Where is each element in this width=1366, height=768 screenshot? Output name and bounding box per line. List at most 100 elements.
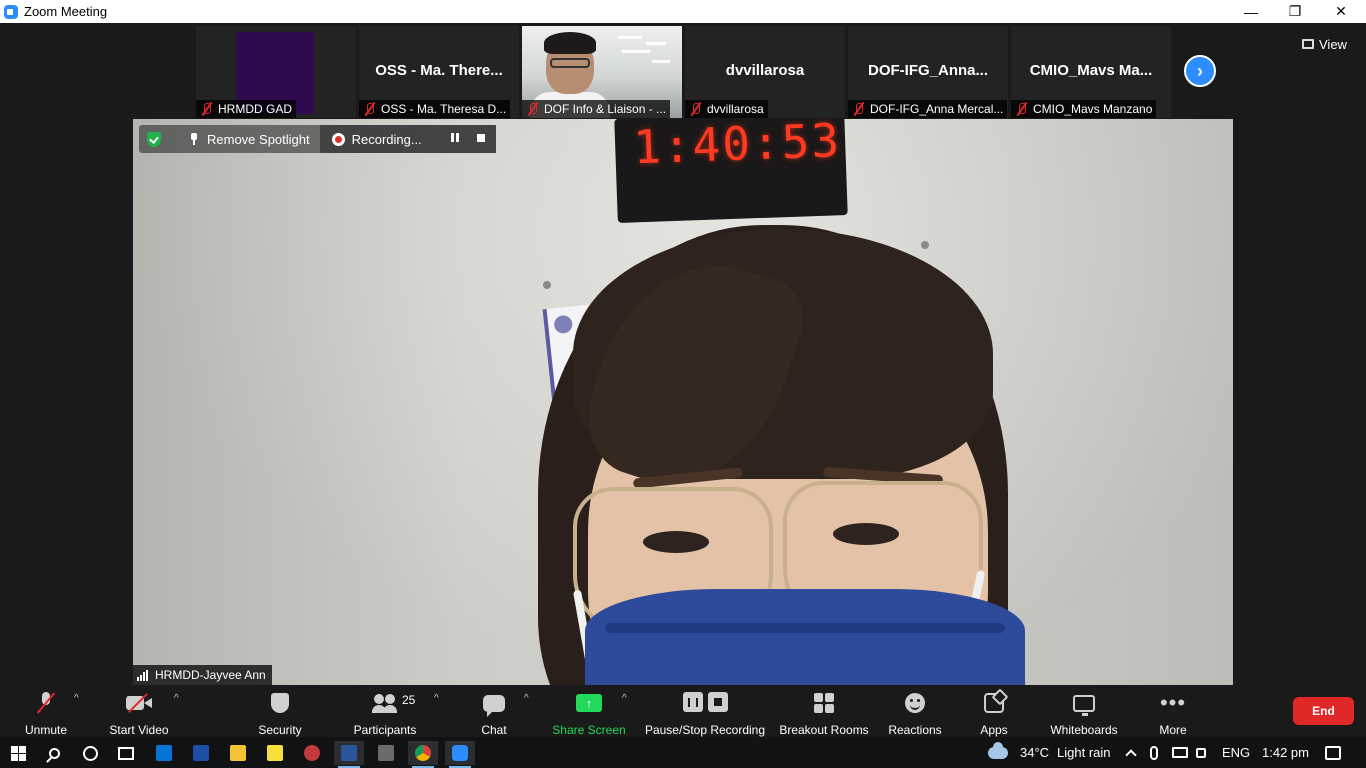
breakout-rooms-label: Breakout Rooms xyxy=(779,723,869,737)
participant-tile-video[interactable]: DOF Info & Liaison - ... xyxy=(522,26,682,118)
share-options-caret[interactable]: ^ xyxy=(622,693,627,704)
participant-label: DOF-IFG_Anna Mercal... xyxy=(848,100,1008,118)
folder-icon xyxy=(230,745,246,761)
search-button[interactable] xyxy=(39,741,69,765)
taskbar-app-notes[interactable] xyxy=(260,741,290,765)
participant-tile[interactable]: dvvillarosa dvvillarosa xyxy=(685,26,845,118)
tray-language[interactable]: ENG xyxy=(1222,737,1250,768)
spotlight-controls: Remove Spotlight Recording... xyxy=(139,125,496,153)
participant-label: OSS - Ma. Theresa D... xyxy=(359,100,511,118)
taskbar-app-chart[interactable] xyxy=(186,741,216,765)
pause-icon xyxy=(682,692,703,712)
participant-name: HRMDD GAD xyxy=(218,102,292,116)
video-options-caret[interactable]: ^ xyxy=(174,693,179,704)
speaker-name-badge: HRMDD-Jayvee Ann xyxy=(133,665,272,685)
taskbar-app-paint[interactable] xyxy=(297,741,327,765)
remove-spotlight-button[interactable]: Remove Spotlight xyxy=(169,125,320,153)
chrome-icon xyxy=(415,745,431,761)
share-screen-icon: ↑ xyxy=(576,694,602,712)
paint-icon xyxy=(304,745,320,761)
taskbar-app-explorer[interactable] xyxy=(223,741,253,765)
taskbar-app-word[interactable] xyxy=(334,741,364,768)
close-button[interactable]: ✕ xyxy=(1318,0,1364,23)
window-title: Zoom Meeting xyxy=(24,4,108,19)
reactions-label: Reactions xyxy=(888,723,942,737)
pause-icon xyxy=(450,133,459,142)
more-button[interactable]: ••• More xyxy=(1150,685,1196,738)
security-button[interactable]: Security xyxy=(250,685,310,737)
speaker-name: HRMDD-Jayvee Ann xyxy=(155,668,266,682)
participant-name: CMIO_Mavs Manzano xyxy=(1033,102,1153,116)
wall-clock: 1:40:53 xyxy=(614,119,848,223)
cortana-button[interactable] xyxy=(75,741,105,765)
start-button[interactable] xyxy=(3,741,33,765)
participant-tile[interactable]: DOF-IFG_Anna... DOF-IFG_Anna Mercal... xyxy=(848,26,1008,118)
participants-options-caret[interactable]: ^ xyxy=(434,693,439,704)
taskbar-app-chrome[interactable] xyxy=(408,741,438,768)
participant-name: DOF Info & Liaison - ... xyxy=(544,102,667,116)
chat-icon xyxy=(483,694,505,717)
spotlight-video[interactable]: 1:40:53 Remove Spotlight Recording... HR… xyxy=(133,119,1233,685)
restore-button[interactable]: ❐ xyxy=(1272,0,1318,23)
view-grid-icon xyxy=(1302,39,1314,49)
participant-tile[interactable]: CMIO_Mavs Ma... CMIO_Mavs Manzano xyxy=(1011,26,1171,118)
pause-recording-button[interactable] xyxy=(448,133,462,145)
start-video-button[interactable]: Start Video xyxy=(104,685,174,737)
breakout-rooms-button[interactable]: Breakout Rooms xyxy=(778,685,870,737)
whiteboards-button[interactable]: Whiteboards xyxy=(1046,685,1122,737)
start-video-label: Start Video xyxy=(109,723,169,737)
share-screen-label: Share Screen xyxy=(552,723,626,737)
microphone-icon xyxy=(1150,745,1158,760)
taskbar-app-zoom[interactable] xyxy=(445,741,475,768)
tray-network[interactable] xyxy=(1172,737,1188,768)
weather-widget[interactable]: 34°C Light rain xyxy=(988,737,1111,768)
security-label: Security xyxy=(258,723,302,737)
apps-button[interactable]: Apps xyxy=(974,685,1014,737)
rain-cloud-icon xyxy=(988,741,1008,759)
pin-icon xyxy=(189,133,199,145)
unmute-button[interactable]: Unmute xyxy=(18,685,74,737)
participant-tile[interactable]: OSS - Ma. There... OSS - Ma. Theresa D..… xyxy=(359,26,519,118)
weather-temperature: 34°C xyxy=(1020,745,1050,760)
minimize-button[interactable]: — xyxy=(1228,0,1274,23)
word-icon xyxy=(341,745,357,761)
chat-options-caret[interactable]: ^ xyxy=(524,693,529,704)
weather-description: Light rain xyxy=(1057,745,1111,760)
network-icon xyxy=(1172,747,1188,758)
task-view-icon xyxy=(118,746,134,760)
tray-clock[interactable]: 1:42 pm xyxy=(1262,737,1309,768)
next-page-button[interactable]: › xyxy=(1184,55,1216,87)
task-view-button[interactable] xyxy=(111,741,141,765)
mic-muted-icon xyxy=(689,102,703,116)
tray-volume[interactable] xyxy=(1196,737,1206,768)
view-label: View xyxy=(1319,36,1347,52)
stop-recording-button[interactable] xyxy=(474,133,488,145)
chat-button[interactable]: Chat xyxy=(472,685,516,737)
meeting-toolbar: Unmute ^ Start Video ^ Security Particip… xyxy=(0,685,1366,737)
share-screen-button[interactable]: ↑ Share Screen xyxy=(550,685,628,737)
audio-options-caret[interactable]: ^ xyxy=(74,693,79,704)
mic-muted-icon xyxy=(200,102,214,116)
show-hidden-icons-button[interactable] xyxy=(1125,737,1137,768)
reactions-button[interactable]: Reactions xyxy=(886,685,944,737)
clock-digits: 1:40:53 xyxy=(632,119,842,175)
breakout-rooms-icon xyxy=(814,693,834,713)
participant-tile[interactable]: HRMDD GAD xyxy=(196,26,356,118)
mic-muted-icon xyxy=(1015,102,1029,116)
pause-stop-recording-button[interactable]: Pause/Stop Recording xyxy=(644,685,766,737)
notifications-button[interactable] xyxy=(1325,737,1341,768)
signal-strength-icon xyxy=(137,669,151,681)
zoom-app-icon xyxy=(4,4,18,19)
view-button[interactable]: View xyxy=(1302,33,1347,55)
participant-display-name: dvvillarosa xyxy=(725,62,805,79)
stop-icon xyxy=(707,692,728,712)
taskbar-app-store[interactable] xyxy=(149,741,179,765)
participant-label: DOF Info & Liaison - ... xyxy=(522,100,671,118)
whiteboards-label: Whiteboards xyxy=(1050,723,1118,737)
taskbar-app-calculator[interactable] xyxy=(371,741,401,765)
end-meeting-button[interactable]: End xyxy=(1293,697,1354,725)
encryption-shield-icon xyxy=(147,131,161,147)
zoom-icon xyxy=(452,745,468,761)
participant-display-name: DOF-IFG_Anna... xyxy=(868,62,988,79)
tray-microphone[interactable] xyxy=(1150,737,1158,768)
